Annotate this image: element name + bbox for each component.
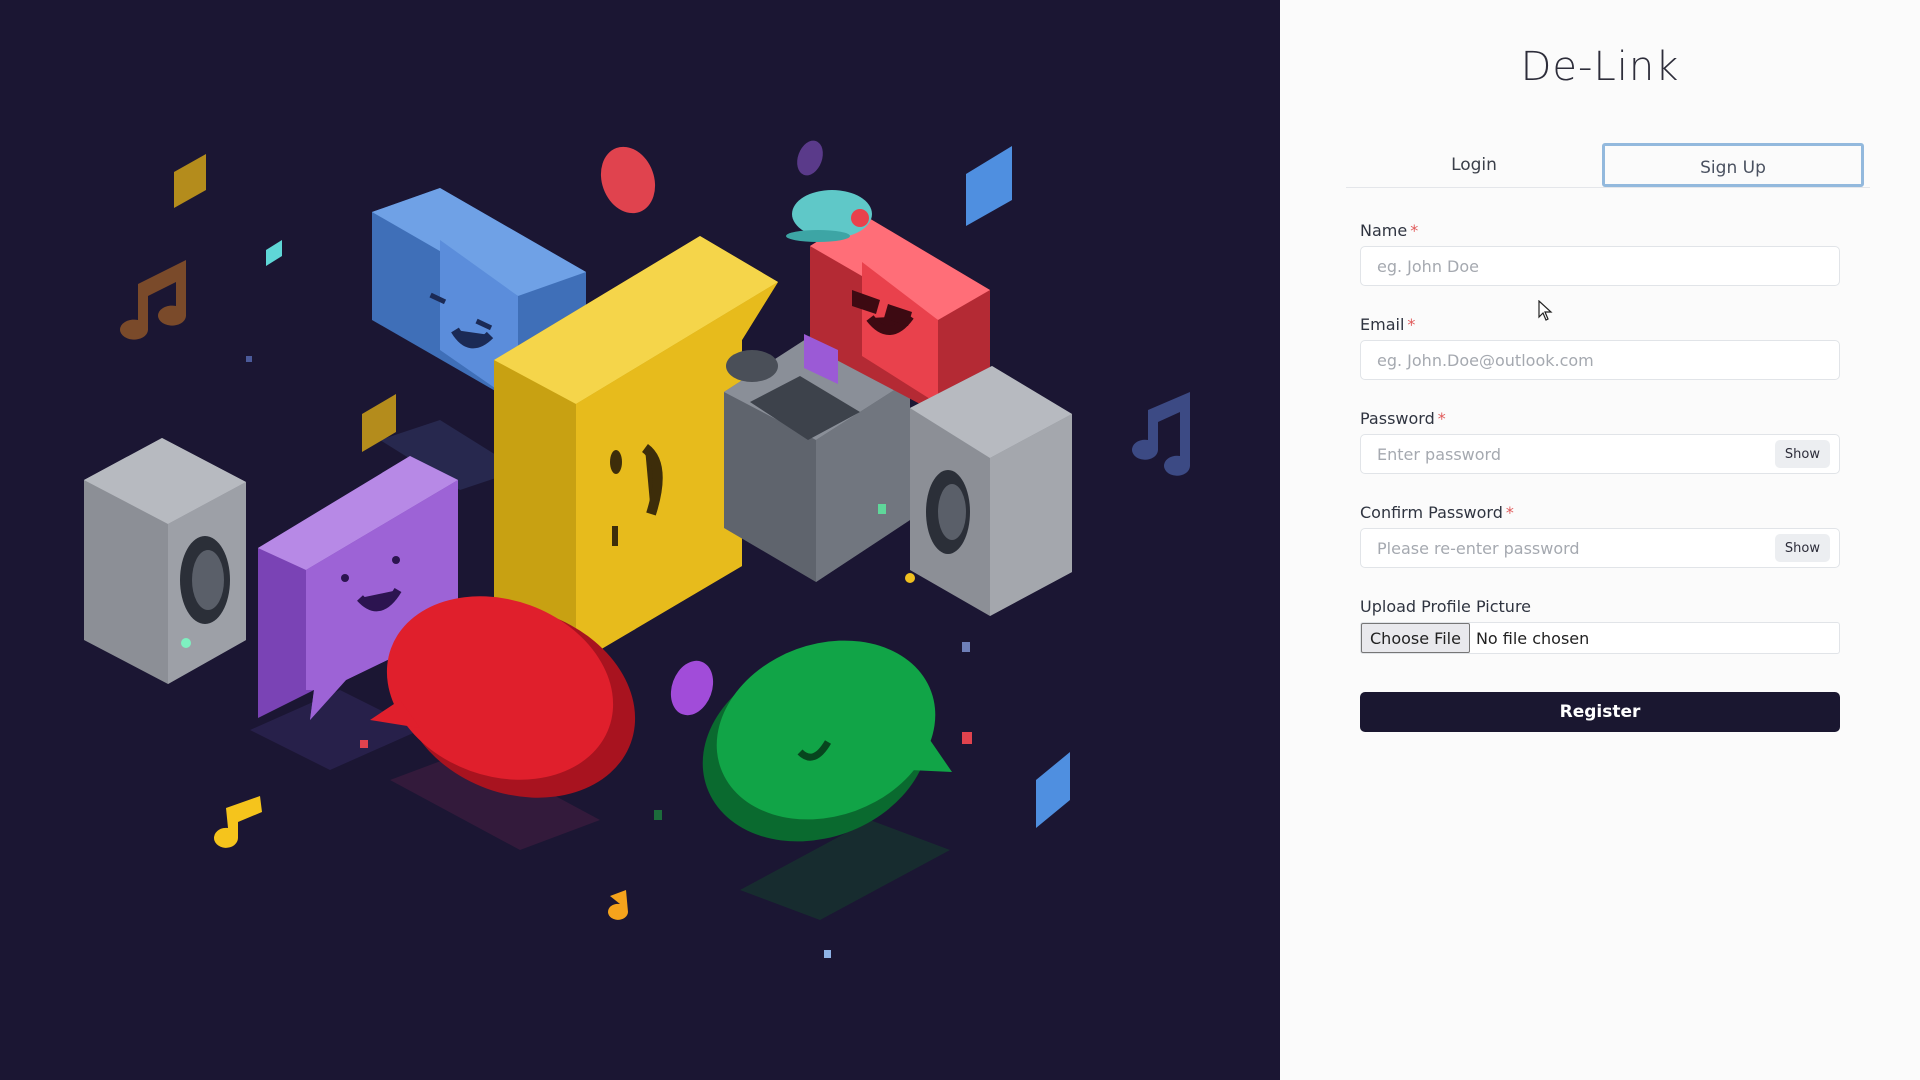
music-note-icon [120, 260, 186, 340]
required-mark: * [1410, 221, 1419, 240]
speaker-icon [84, 438, 246, 684]
speaker-icon [910, 366, 1072, 616]
choose-file-button[interactable]: Choose File [1361, 623, 1470, 653]
music-note-icon [214, 796, 262, 848]
auth-tabs: Login Sign Up [1346, 143, 1870, 188]
confirm-password-label: Confirm Password * [1360, 502, 1840, 524]
signup-page: De-Link Login Sign Up Name* Email* Passw… [0, 0, 1920, 1080]
profile-picture-label: Upload Profile Picture [1360, 597, 1532, 616]
password-input-wrap: Show [1360, 430, 1840, 474]
isometric-chat-illustration [84, 140, 1190, 958]
tab-signup[interactable]: Sign Up [1602, 143, 1864, 187]
confirm-password-field-group: Confirm Password * Show [1360, 502, 1840, 568]
password-label-text: Password [1360, 409, 1435, 428]
name-label: Name * [1360, 220, 1840, 242]
email-field-group: Email * [1360, 314, 1840, 380]
email-label: Email * [1360, 314, 1840, 336]
password-input[interactable] [1360, 434, 1840, 474]
required-mark: * [1437, 409, 1446, 428]
register-button[interactable]: Register [1360, 692, 1840, 732]
tab-login[interactable]: Login [1346, 143, 1602, 187]
password-field-group: Password * Show [1360, 408, 1840, 474]
email-input[interactable] [1360, 340, 1840, 380]
auth-panel: De-Link Login Sign Up Name* Email* Passw… [1280, 0, 1920, 1080]
file-status-text: No file chosen [1475, 628, 1590, 648]
music-note-icon [1132, 392, 1190, 476]
show-confirm-password-button[interactable]: Show [1774, 534, 1830, 562]
confirm-password-label-text: Confirm Password [1360, 503, 1503, 522]
profile-picture-field-group: Upload Profile Picture Choose File No fi… [1360, 596, 1840, 654]
required-mark: * [1407, 315, 1416, 334]
name-input[interactable] [1360, 246, 1840, 286]
required-mark: * [1505, 503, 1514, 522]
chat-bubble-icon [702, 640, 952, 842]
show-password-button[interactable]: Show [1774, 440, 1830, 468]
confirm-password-input-wrap: Show [1360, 524, 1840, 568]
email-label-text: Email [1360, 315, 1405, 334]
music-note-icon [608, 890, 628, 920]
app-title: De-Link [1520, 44, 1680, 90]
mouse-cursor-icon [1538, 300, 1553, 321]
password-label: Password * [1360, 408, 1840, 430]
decor-shape [670, 660, 714, 716]
name-label-text: Name [1360, 221, 1408, 240]
hero-illustration [0, 0, 1280, 1080]
file-input[interactable]: Choose File No file chosen [1360, 622, 1840, 654]
name-field-group: Name * [1360, 220, 1840, 286]
confirm-password-input[interactable] [1360, 528, 1840, 568]
